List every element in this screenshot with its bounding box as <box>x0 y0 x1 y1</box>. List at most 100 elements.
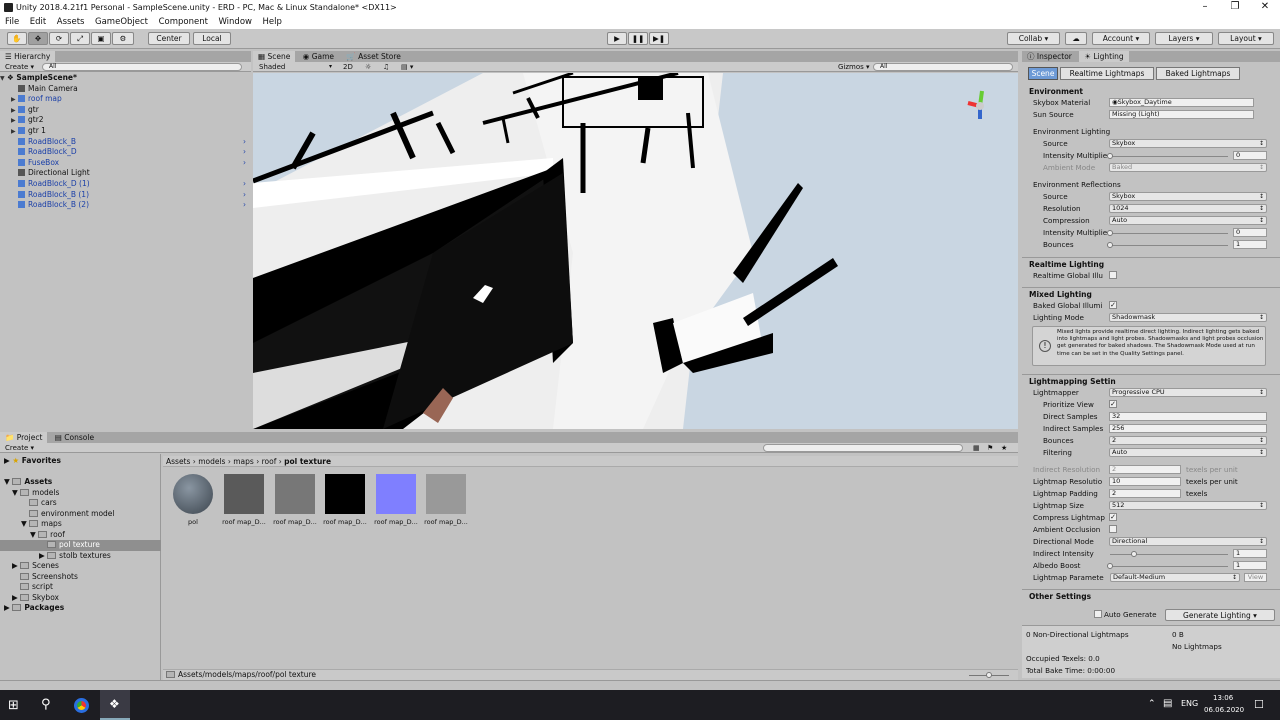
pause-icon[interactable]: ❚❚ <box>628 32 648 45</box>
breadcrumb-assets[interactable]: Assets <box>166 457 190 466</box>
indirect-intensity-knob[interactable] <box>1131 551 1137 557</box>
tab-scene[interactable]: ▦ Scene <box>253 51 296 62</box>
bounces-field[interactable]: 1 <box>1233 240 1267 249</box>
generate-lighting-button[interactable]: Generate Lighting ▾ <box>1165 609 1275 621</box>
tab-lighting[interactable]: ☀ Lighting <box>1079 51 1129 62</box>
realtime-gi-checkbox[interactable] <box>1109 271 1117 279</box>
hierarchy-item[interactable]: Directional Light <box>0 168 250 179</box>
filtering-dropdown[interactable]: Auto <box>1109 448 1267 457</box>
asset-item[interactable]: roof map_D... <box>424 474 468 526</box>
prioritize-view-checkbox[interactable]: ✓ <box>1109 400 1117 408</box>
tab-asset-store[interactable]: 🛒 Asset Store <box>341 51 405 62</box>
tab-inspector[interactable]: ⓘ Inspector <box>1022 51 1077 62</box>
collab-button[interactable]: Collab ▾ <box>1007 32 1060 45</box>
windows-start-icon[interactable]: ⊞ <box>8 698 19 713</box>
shading-mode-dropdown[interactable]: Shaded <box>259 62 285 72</box>
ambient-occlusion-checkbox[interactable] <box>1109 525 1117 533</box>
search-icon[interactable]: ⚲ <box>41 697 51 712</box>
lm-bounces-dropdown[interactable]: 2 <box>1109 436 1267 445</box>
play-icon[interactable]: ▶ <box>607 32 627 45</box>
unity-taskbar-icon[interactable]: ❖ <box>100 690 130 720</box>
asset-item[interactable]: roof map_D... <box>323 474 367 526</box>
tree-item[interactable]: ▶ Skybox <box>12 593 59 604</box>
menu-window[interactable]: Window <box>218 17 252 27</box>
lightmap-size-dropdown[interactable]: 512 <box>1109 501 1267 510</box>
close-button[interactable]: ✕ <box>1250 0 1280 15</box>
filter-label-icon[interactable]: ⚑ <box>987 443 993 453</box>
environment-section-header[interactable]: Environment <box>1029 87 1083 96</box>
hierarchy-item[interactable]: ▶ roof map <box>0 94 250 105</box>
hierarchy-item[interactable]: RoadBlock_B (2) › <box>0 200 250 211</box>
hierarchy-item[interactable]: ▶ gtr2 <box>0 115 250 126</box>
pivot-center-button[interactable]: Center <box>148 32 190 45</box>
subtab-baked-lightmaps[interactable]: Baked Lightmaps <box>1156 67 1240 80</box>
tree-item[interactable]: ▼ maps <box>21 519 62 530</box>
scene-root-item[interactable]: ▼ ❖ SampleScene* <box>0 73 250 84</box>
albedo-boost-knob[interactable] <box>1107 563 1113 569</box>
realtime-lighting-header[interactable]: Realtime Lighting <box>1029 260 1104 269</box>
refl-intensity-slider[interactable] <box>1110 233 1228 234</box>
transform-tool-icon[interactable]: ⚙ <box>112 32 134 45</box>
auto-generate-checkbox[interactable] <box>1094 610 1102 618</box>
breadcrumb-maps[interactable]: maps <box>233 457 254 466</box>
lighting-mode-dropdown[interactable]: Shadowmask <box>1109 313 1267 322</box>
hierarchy-item[interactable]: RoadBlock_B (1) › <box>0 190 250 201</box>
hierarchy-item[interactable]: ▶ gtr 1 <box>0 126 250 137</box>
asset-item[interactable]: pol <box>171 474 215 526</box>
bounces-slider[interactable] <box>1110 245 1228 246</box>
refl-intensity-field[interactable]: 0 <box>1233 228 1267 237</box>
asset-item[interactable]: roof map_D... <box>222 474 266 526</box>
tree-item[interactable]: script <box>20 582 53 593</box>
tab-game[interactable]: ◉ Game <box>298 51 339 62</box>
lightmap-resolution-field[interactable]: 10 <box>1109 477 1181 486</box>
lightmap-parameters-dropdown[interactable]: Default-Medium <box>1110 573 1240 582</box>
minimize-button[interactable]: – <box>1190 0 1220 15</box>
albedo-boost-slider[interactable] <box>1110 566 1228 567</box>
rect-tool-icon[interactable]: ▣ <box>91 32 111 45</box>
audio-toggle-icon[interactable]: ♫ <box>383 62 389 72</box>
indirect-samples-field[interactable]: 256 <box>1109 424 1267 433</box>
tree-item[interactable]: ▼ roof <box>30 530 65 541</box>
tree-item[interactable]: cars <box>29 498 57 509</box>
menu-assets[interactable]: Assets <box>57 17 85 27</box>
tab-console[interactable]: ▤ Console <box>50 432 99 443</box>
toggle-2d-button[interactable]: 2D <box>343 62 353 72</box>
indirect-intensity-slider[interactable] <box>1110 554 1228 555</box>
breadcrumb-roof[interactable]: roof <box>262 457 277 466</box>
albedo-boost-field[interactable]: 1 <box>1233 561 1267 570</box>
hierarchy-item[interactable]: RoadBlock_D (1) › <box>0 179 250 190</box>
hierarchy-item[interactable]: ▶ gtr <box>0 105 250 116</box>
tree-item[interactable]: ▼ models <box>12 488 59 499</box>
hierarchy-item[interactable]: RoadBlock_B › <box>0 137 250 148</box>
sun-source-field[interactable]: Missing (Light) <box>1109 110 1254 119</box>
subtab-scene[interactable]: Scene <box>1028 67 1058 80</box>
refl-intensity-knob[interactable] <box>1107 230 1113 236</box>
menu-help[interactable]: Help <box>263 17 282 27</box>
hierarchy-create-button[interactable]: Create ▾ <box>5 63 34 71</box>
bounces-knob[interactable] <box>1107 242 1113 248</box>
network-icon[interactable]: ▤ <box>1163 698 1172 709</box>
account-dropdown[interactable]: Account ▾ <box>1092 32 1150 45</box>
intensity-field[interactable]: 0 <box>1233 151 1267 160</box>
compress-lightmaps-checkbox[interactable]: ✓ <box>1109 513 1117 521</box>
tab-hierarchy[interactable]: ☰ Hierarchy <box>0 51 56 62</box>
assets-root-item[interactable]: ▼ Assets <box>4 477 52 488</box>
cloud-icon[interactable]: ☁ <box>1065 32 1087 45</box>
resolution-dropdown[interactable]: 1024 <box>1109 204 1267 213</box>
filter-type-icon[interactable]: ▦ <box>973 443 980 453</box>
menu-edit[interactable]: Edit <box>30 17 46 27</box>
mixed-lighting-header[interactable]: Mixed Lighting <box>1029 290 1092 299</box>
rotate-tool-icon[interactable]: ⟳ <box>49 32 69 45</box>
project-search-input[interactable] <box>763 444 963 452</box>
tab-project[interactable]: 📁 Project <box>0 432 48 443</box>
favorites-item[interactable]: ▶ ★ Favorites <box>4 456 61 467</box>
direct-samples-field[interactable]: 32 <box>1109 412 1267 421</box>
breadcrumb-pol-texture[interactable]: pol texture <box>284 457 331 466</box>
breadcrumb-models[interactable]: models <box>198 457 225 466</box>
lighting-toggle-icon[interactable]: ☼ <box>365 62 371 72</box>
maximize-button[interactable]: ❐ <box>1220 0 1250 15</box>
env-source-dropdown[interactable]: Skybox <box>1109 139 1267 148</box>
menu-component[interactable]: Component <box>159 17 208 27</box>
chrome-icon[interactable] <box>74 698 89 713</box>
tree-item[interactable]: environment model <box>29 509 115 520</box>
